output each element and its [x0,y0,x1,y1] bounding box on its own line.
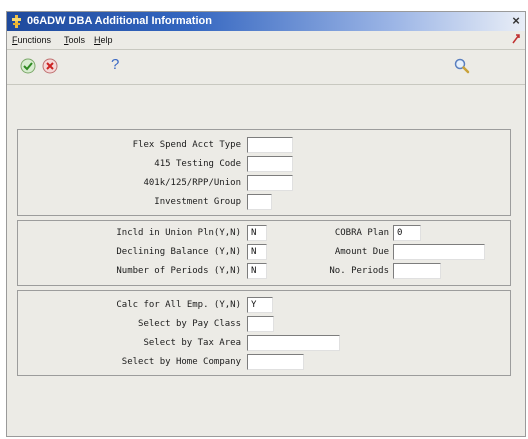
investment-group-label: Investment Group [154,197,241,207]
tax-area-field[interactable] [247,335,340,351]
menu-functions[interactable]: Functions [12,35,51,45]
calc-all-label: Calc for All Emp. (Y,N) [116,300,241,310]
dialog-window: 06ADW DBA Additional Information × Funct… [6,11,526,437]
tax-area-label: Select by Tax Area [143,338,241,348]
declining-balance-label: Declining Balance (Y,N) [116,247,241,257]
union-label: 401k/125/RPP/Union [143,178,241,188]
no-periods-field[interactable] [393,263,441,279]
help-button[interactable]: ? [111,56,119,73]
testing-code-field[interactable] [247,156,293,172]
incld-union-field[interactable]: N [247,225,267,241]
no-periods-label: No. Periods [329,266,389,276]
menu-bar: Functions Tools Help [7,32,525,50]
pay-class-field[interactable] [247,316,274,332]
cobra-plan-label: COBRA Plan [334,228,389,238]
home-company-field[interactable] [247,354,304,370]
menu-tools[interactable]: Tools [64,35,85,45]
flex-spend-field[interactable] [247,137,293,153]
amount-due-field[interactable] [393,244,485,260]
title-bar: 06ADW DBA Additional Information × [7,12,525,31]
cobra-plan-field[interactable]: 0 [393,225,421,241]
menu-help[interactable]: Help [94,35,113,45]
plan-group: Flex Spend Acct Type 415 Testing Code 40… [17,129,511,216]
close-icon: × [512,13,520,28]
home-company-label: Select by Home Company [121,357,241,367]
testing-code-label: 415 Testing Code [154,159,241,169]
pin-icon [512,34,520,44]
amount-due-label: Amount Due [334,247,389,257]
app-icon [12,15,21,28]
form-content: Flex Spend Acct Type 415 Testing Code 40… [7,85,525,436]
investment-group-field[interactable] [247,194,272,210]
union-field[interactable] [247,175,293,191]
pay-class-label: Select by Pay Class [138,319,241,329]
close-button[interactable]: × [509,14,523,28]
calc-group: Calc for All Emp. (Y,N) Y Select by Pay … [17,290,511,376]
number-periods-field[interactable]: N [247,263,267,279]
search-button[interactable] [453,57,471,75]
toolbar: ? [7,50,525,85]
ok-button[interactable] [20,58,36,74]
declining-balance-field[interactable]: N [247,244,267,260]
union-plan-group: Incld in Union Pln(Y,N) N Declining Bala… [17,220,511,286]
incld-union-label: Incld in Union Pln(Y,N) [116,228,241,238]
window-title: 06ADW DBA Additional Information [27,15,212,27]
cancel-button[interactable] [42,58,58,74]
number-periods-label: Number of Periods (Y,N) [116,266,241,276]
flex-spend-label: Flex Spend Acct Type [132,140,241,150]
calc-all-field[interactable]: Y [247,297,273,313]
